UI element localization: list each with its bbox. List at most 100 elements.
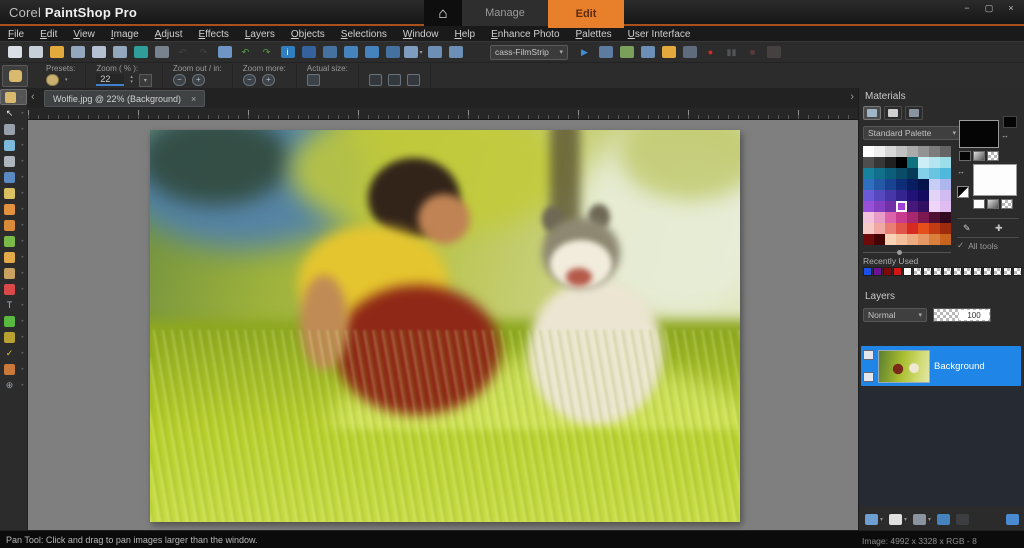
tool-flyout-icon[interactable]: ▸ xyxy=(20,94,23,100)
palette-color-cell[interactable] xyxy=(918,157,929,168)
palette-color-cell[interactable] xyxy=(929,146,940,157)
tab-edit[interactable]: Edit xyxy=(548,0,624,28)
palette-color-cell[interactable] xyxy=(929,223,940,234)
layer-info-icon[interactable] xyxy=(863,372,874,382)
red-eye-tool[interactable]: ▸ xyxy=(0,201,27,217)
recent-color-swatch[interactable] xyxy=(953,267,962,276)
tab-close-icon[interactable]: × xyxy=(191,94,196,104)
tool-flyout-icon[interactable]: ▸ xyxy=(21,174,24,180)
palette-color-cell[interactable] xyxy=(907,212,918,223)
palette-color-cell[interactable] xyxy=(885,168,896,179)
frame-tab-icon[interactable] xyxy=(863,106,881,120)
tool-flyout-icon[interactable]: ▸ xyxy=(21,382,24,388)
dropper-tool[interactable]: ▸ xyxy=(0,185,27,201)
palette-color-cell[interactable] xyxy=(929,234,940,245)
palette-color-cell[interactable] xyxy=(907,179,918,190)
history-forward-icon[interactable]: ↷ xyxy=(256,43,277,61)
palette-color-cell[interactable] xyxy=(918,168,929,179)
layer-new-icon[interactable] xyxy=(863,328,876,340)
palette-color-cell[interactable] xyxy=(940,234,951,245)
recent-color-swatch[interactable] xyxy=(863,267,872,276)
recent-color-swatch[interactable] xyxy=(873,267,882,276)
layer-thumbnail[interactable] xyxy=(878,349,930,383)
palette-color-cell[interactable] xyxy=(874,168,885,179)
palette-color-cell[interactable] xyxy=(929,179,940,190)
recent-color-swatch[interactable] xyxy=(903,267,912,276)
recent-color-swatch[interactable] xyxy=(1003,267,1012,276)
palette-color-cell[interactable] xyxy=(863,234,874,245)
copy-icon[interactable] xyxy=(424,43,445,61)
tool-flyout-icon[interactable]: ▸ xyxy=(21,142,24,148)
pen-tool[interactable]: ▸ xyxy=(0,329,27,345)
palette-color-cell[interactable] xyxy=(940,201,951,212)
palette-color-cell[interactable] xyxy=(929,168,940,179)
layer-delete-icon[interactable] xyxy=(917,328,930,340)
tool-flyout-icon[interactable]: ▸ xyxy=(21,110,24,116)
minimize-icon[interactable]: − xyxy=(960,3,974,14)
menu-item[interactable]: Enhance Photo xyxy=(483,29,567,40)
palette-scroll-slider[interactable] xyxy=(863,249,951,255)
palette-color-cell[interactable] xyxy=(874,223,885,234)
palette-color-cell[interactable] xyxy=(929,212,940,223)
menu-item[interactable]: Help xyxy=(447,29,484,40)
paint-brush-tool[interactable]: ▸ xyxy=(0,217,27,233)
palette-color-cell[interactable] xyxy=(896,201,907,212)
tool-flyout-icon[interactable]: ▸ xyxy=(21,350,24,356)
makeover-tool[interactable]: ▸ xyxy=(0,281,27,297)
palette-color-cell[interactable] xyxy=(907,223,918,234)
palette-color-cell[interactable] xyxy=(940,190,951,201)
menu-item[interactable]: Adjust xyxy=(147,29,191,40)
eraser-tool[interactable]: ▸ xyxy=(0,249,27,265)
blend-mode-dropdown[interactable]: Normal ▾ xyxy=(863,308,927,322)
script-folder-icon[interactable] xyxy=(658,43,679,61)
move-tool[interactable]: ▸ xyxy=(0,169,27,185)
transparency-toggle-icon[interactable] xyxy=(957,186,969,198)
tab-scroll-right-icon[interactable]: › xyxy=(850,91,854,103)
palette-color-cell[interactable] xyxy=(863,179,874,190)
selection-tool[interactable]: ▸ xyxy=(0,121,27,137)
airbrush-tool[interactable]: ▸ xyxy=(0,265,27,281)
menu-item[interactable]: Selections xyxy=(333,29,395,40)
home-icon[interactable]: ⌂ xyxy=(424,0,462,26)
fit-image-icon[interactable] xyxy=(387,74,401,86)
bg-color-style-icon[interactable] xyxy=(973,199,985,209)
palette-color-cell[interactable] xyxy=(863,212,874,223)
menu-item[interactable]: Objects xyxy=(283,29,333,40)
layer-lock-icon[interactable] xyxy=(971,328,984,340)
foreground-color-swatch[interactable] xyxy=(959,120,999,148)
palette-color-cell[interactable] xyxy=(918,212,929,223)
record-script-icon[interactable]: ● xyxy=(700,43,721,61)
picture-tube-tool[interactable]: ▸ xyxy=(0,233,27,249)
palette-color-cell[interactable] xyxy=(940,212,951,223)
fg-color-style-icon[interactable] xyxy=(959,151,971,161)
palette-color-cell[interactable] xyxy=(874,201,885,212)
foreground-mini-swatch[interactable] xyxy=(1003,116,1017,128)
menu-item[interactable]: Layers xyxy=(237,29,283,40)
palettes-toggle-icon[interactable]: ▾ xyxy=(865,513,883,525)
palette-color-cell[interactable] xyxy=(907,190,918,201)
tool-flyout-icon[interactable]: ▸ xyxy=(21,238,24,244)
preset-shape-tool[interactable]: ▸ xyxy=(0,313,27,329)
layer-mask-icon[interactable] xyxy=(935,328,948,340)
swatches-tab-icon[interactable] xyxy=(905,106,923,120)
zoom-more-in-icon[interactable]: + xyxy=(261,74,275,86)
layer-link-icon[interactable] xyxy=(953,328,966,340)
split-view-icon[interactable] xyxy=(406,74,420,86)
palette-color-cell[interactable] xyxy=(918,179,929,190)
menu-item[interactable]: Edit xyxy=(32,29,65,40)
open-folder-icon[interactable] xyxy=(46,43,67,61)
menu-item[interactable]: User Interface xyxy=(620,29,699,40)
restore-icon[interactable]: ▢ xyxy=(982,3,996,14)
fg-gradient-style-icon[interactable] xyxy=(973,151,985,161)
palette-color-cell[interactable] xyxy=(896,223,907,234)
cancel-script-icon[interactable] xyxy=(763,43,784,61)
palette-color-cell[interactable] xyxy=(885,179,896,190)
background-color-swatch[interactable] xyxy=(973,164,1017,196)
palette-color-cell[interactable] xyxy=(896,212,907,223)
pause-script-icon[interactable]: ▮▮ xyxy=(721,43,742,61)
save-icon[interactable] xyxy=(88,43,109,61)
palette-color-cell[interactable] xyxy=(863,190,874,201)
palette-color-cell[interactable] xyxy=(896,157,907,168)
palette-color-cell[interactable] xyxy=(929,157,940,168)
freehand-selection-tool[interactable]: ▸ xyxy=(0,137,27,153)
